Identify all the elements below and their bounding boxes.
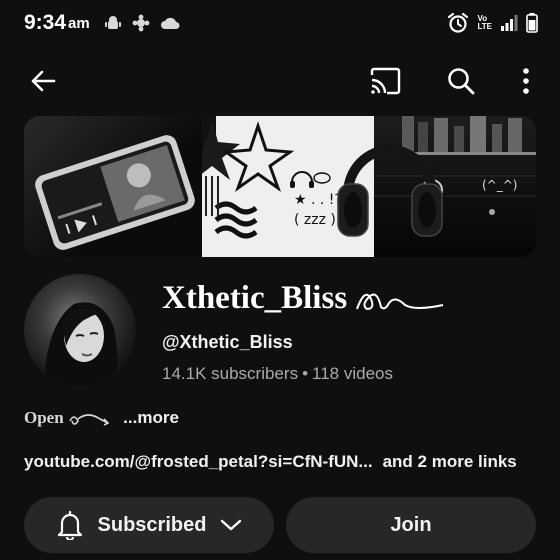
app-bar	[0, 52, 560, 108]
channel-avatar[interactable]	[24, 274, 136, 386]
alarm-icon	[448, 12, 469, 33]
bell-icon	[57, 510, 82, 540]
description-flourish-icon	[69, 413, 110, 426]
status-time: 9:34	[24, 11, 67, 34]
back-arrow-icon	[31, 70, 56, 92]
subscriber-count: 14.1K subscribers	[162, 364, 299, 383]
back-button[interactable]	[26, 64, 60, 98]
status-ampm: am	[68, 15, 90, 32]
flourish-decoration	[356, 294, 444, 311]
battery-icon	[526, 13, 538, 33]
channel-title-text: Xthetic_Bliss	[162, 280, 348, 316]
channel-banner: ★ . . !? ( zzz ) (^_^)	[24, 116, 536, 257]
banner-caption-face: (^_^)	[482, 178, 518, 192]
channel-stats: 14.1K subscribers • 118 videos	[162, 364, 393, 384]
channel-title: Xthetic_Bliss	[162, 280, 445, 317]
phone-illustration	[35, 135, 195, 250]
subscribed-button[interactable]: Subscribed	[24, 497, 274, 553]
channel-link-url[interactable]: youtube.com/@frosted_petal?si=CfN-fUN...	[24, 452, 373, 471]
volte-lte-indicator: Vo LTE	[477, 15, 492, 31]
search-icon	[448, 68, 475, 95]
more-options-button[interactable]	[509, 64, 543, 98]
chevron-down-icon	[221, 519, 242, 531]
signal-icon	[501, 15, 518, 31]
channel-description[interactable]: Open ...more	[24, 408, 179, 428]
avatar-portrait	[44, 302, 118, 386]
cast-button[interactable]	[368, 64, 402, 98]
video-count: 118 videos	[312, 364, 393, 383]
join-button[interactable]: Join	[286, 497, 536, 553]
status-bar: 9:34 am Vo LTE	[0, 0, 560, 46]
description-text: Open	[24, 408, 64, 427]
headphones-illustration	[337, 145, 443, 237]
channel-handle: @Xthetic_Bliss	[162, 332, 293, 352]
banner-phone-panel	[24, 116, 202, 257]
settings-flower-icon	[132, 14, 150, 32]
system-icons: Vo LTE	[447, 12, 538, 34]
search-button[interactable]	[444, 64, 478, 98]
subscribed-label: Subscribed	[97, 513, 207, 536]
description-more-link[interactable]: ...more	[123, 408, 179, 427]
lte-label: LTE	[477, 22, 492, 31]
notification-icons	[104, 13, 180, 33]
stats-separator: •	[302, 364, 309, 383]
cloud-icon	[161, 17, 180, 29]
more-vert-icon	[523, 68, 529, 94]
join-label: Join	[390, 513, 432, 536]
cast-icon	[370, 67, 401, 95]
android-icon	[105, 16, 121, 29]
channel-links[interactable]: youtube.com/@frosted_petal?si=CfN-fUN...…	[24, 452, 544, 472]
more-links-label[interactable]: and 2 more links	[383, 452, 517, 471]
